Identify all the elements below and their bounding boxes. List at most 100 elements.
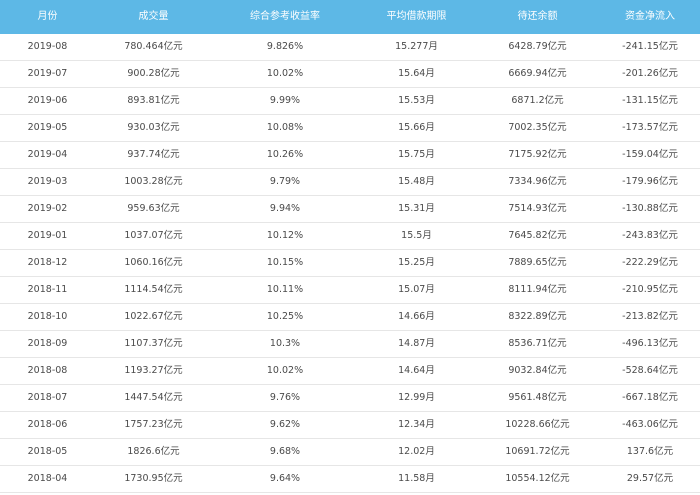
cell-yield: 10.08% [266, 122, 304, 133]
cell-net-inflow: -130.88亿元 [622, 203, 678, 214]
cell-yield: 10.12% [266, 230, 304, 241]
cell-balance: 6871.2亿元 [511, 95, 564, 106]
cell-volume: 1022.67亿元 [124, 311, 183, 322]
table-row: 2019-07 900.28亿元 10.02% 15.64月 6669.94亿元 -201… [0, 61, 700, 88]
cell-volume: 1107.37亿元 [124, 338, 183, 349]
table-row: 2018-12 1060.16亿元 10.15% 15.25月 7889.65亿元 -22… [0, 250, 700, 277]
cell-net-inflow: -496.13亿元 [622, 338, 678, 349]
cell-month: 2018-12 [27, 257, 68, 268]
cell-avg-term: 12.34月 [398, 419, 435, 430]
cell-yield: 9.62% [269, 419, 301, 430]
cell-avg-term: 14.87月 [398, 338, 435, 349]
cell-net-inflow: -213.82亿元 [622, 311, 678, 322]
cell-balance: 10554.12亿元 [505, 473, 570, 484]
cell-yield: 9.64% [269, 473, 301, 484]
cell-month: 2019-05 [27, 122, 68, 133]
cell-balance: 7889.65亿元 [508, 257, 567, 268]
cell-volume: 1060.16亿元 [124, 257, 183, 268]
cell-avg-term: 11.58月 [398, 473, 435, 484]
cell-month: 2019-03 [27, 176, 68, 187]
cell-avg-term: 15.53月 [398, 95, 435, 106]
cell-month: 2018-09 [27, 338, 68, 349]
cell-balance: 7175.92亿元 [508, 149, 567, 160]
table-row: 2018-08 1193.27亿元 10.02% 14.64月 9032.84亿元 -52… [0, 358, 700, 385]
cell-net-inflow: -131.15亿元 [622, 95, 678, 106]
cell-month: 2018-11 [27, 284, 68, 295]
cell-net-inflow: -179.96亿元 [622, 176, 678, 187]
table-row: 2019-05 930.03亿元 10.08% 15.66月 7002.35亿元 -173… [0, 115, 700, 142]
cell-net-inflow: -159.04亿元 [622, 149, 678, 160]
cell-yield: 10.02% [266, 365, 304, 376]
cell-month: 2018-08 [27, 365, 68, 376]
table-row: 2019-02 959.63亿元 9.94% 15.31月 7514.93亿元 -130.… [0, 196, 700, 223]
cell-balance: 8111.94亿元 [508, 284, 567, 295]
table-row: 2018-11 1114.54亿元 10.11% 15.07月 8111.94亿元 -21… [0, 277, 700, 304]
cell-balance: 6428.79亿元 [508, 41, 567, 52]
table-row: 2018-06 1757.23亿元 9.62% 12.34月 10228.66亿元 -46… [0, 412, 700, 439]
cell-yield: 9.99% [269, 95, 301, 106]
cell-balance: 7645.82亿元 [508, 230, 567, 241]
cell-net-inflow: -528.64亿元 [622, 365, 678, 376]
header-volume: 成交量 [138, 11, 169, 22]
cell-balance: 7334.96亿元 [508, 176, 567, 187]
table-row: 2019-03 1003.28亿元 9.79% 15.48月 7334.96亿元 -179… [0, 169, 700, 196]
table-row: 2018-07 1447.54亿元 9.76% 12.99月 9561.48亿元 -667… [0, 385, 700, 412]
cell-yield: 10.11% [266, 284, 304, 295]
table-row: 2019-04 937.74亿元 10.26% 15.75月 7175.92亿元 -159… [0, 142, 700, 169]
cell-yield: 9.68% [269, 446, 301, 457]
cell-avg-term: 15.31月 [398, 203, 435, 214]
cell-avg-term: 15.64月 [398, 68, 435, 79]
cell-net-inflow: -173.57亿元 [622, 122, 678, 133]
cell-yield: 10.26% [266, 149, 304, 160]
cell-balance: 6669.94亿元 [508, 68, 567, 79]
cell-month: 2018-04 [27, 473, 68, 484]
cell-yield: 10.15% [266, 257, 304, 268]
cell-month: 2019-07 [27, 68, 68, 79]
cell-balance: 8536.71亿元 [508, 338, 567, 349]
cell-month: 2018-06 [27, 419, 68, 430]
cell-avg-term: 12.02月 [398, 446, 435, 457]
cell-balance: 10228.66亿元 [505, 419, 570, 430]
cell-net-inflow: 29.57亿元 [626, 473, 674, 484]
header-net-inflow: 资金净流入 [625, 11, 675, 22]
header-yield: 综合参考收益率 [250, 11, 320, 22]
cell-avg-term: 15.75月 [398, 149, 435, 160]
cell-avg-term: 14.66月 [398, 311, 435, 322]
cell-month: 2019-01 [27, 230, 68, 241]
monthly-stats-table: 月份 成交量 综合参考收益率 平均借款期限 待还余额 资金净流入 2019-08… [0, 0, 700, 493]
cell-month: 2018-05 [27, 446, 68, 457]
cell-month: 2019-02 [27, 203, 68, 214]
table-row: 2018-05 1826.6亿元 9.68% 12.02月 10691.72亿元 137.… [0, 439, 700, 466]
cell-volume: 1193.27亿元 [124, 365, 183, 376]
cell-balance: 8322.89亿元 [508, 311, 567, 322]
cell-net-inflow: -222.29亿元 [622, 257, 678, 268]
cell-net-inflow: -210.95亿元 [622, 284, 678, 295]
table-row: 2018-04 1730.95亿元 9.64% 11.58月 10554.12亿元 29.… [0, 466, 700, 493]
table-row: 2018-09 1107.37亿元 10.3% 14.87月 8536.71亿元 -496… [0, 331, 700, 358]
cell-net-inflow: -243.83亿元 [622, 230, 678, 241]
cell-volume: 959.63亿元 [127, 203, 180, 214]
table-row: 2019-01 1037.07亿元 10.12% 15.5月 7645.82亿元 -243… [0, 223, 700, 250]
cell-net-inflow: 137.6亿元 [626, 446, 674, 457]
cell-net-inflow: -463.06亿元 [622, 419, 678, 430]
cell-volume: 780.464亿元 [124, 41, 183, 52]
cell-avg-term: 15.66月 [398, 122, 435, 133]
table-header: 月份 成交量 综合参考收益率 平均借款期限 待还余额 资金净流入 [0, 0, 700, 34]
cell-net-inflow: -241.15亿元 [622, 41, 678, 52]
cell-yield: 9.79% [269, 176, 301, 187]
cell-volume: 1037.07亿元 [124, 230, 183, 241]
cell-month: 2019-06 [27, 95, 68, 106]
table-body: 2019-08 780.464亿元 9.826% 15.277月 6428.79亿元 -2… [0, 34, 700, 493]
cell-avg-term: 15.5月 [401, 230, 432, 241]
cell-balance: 7514.93亿元 [508, 203, 567, 214]
cell-yield: 10.25% [266, 311, 304, 322]
cell-balance: 7002.35亿元 [508, 122, 567, 133]
cell-yield: 9.826% [266, 41, 304, 52]
cell-month: 2018-10 [27, 311, 68, 322]
header-avg-term: 平均借款期限 [386, 11, 447, 22]
cell-volume: 1447.54亿元 [124, 392, 183, 403]
cell-balance: 10691.72亿元 [505, 446, 570, 457]
cell-avg-term: 12.99月 [398, 392, 435, 403]
cell-yield: 10.02% [266, 68, 304, 79]
cell-month: 2019-04 [27, 149, 68, 160]
